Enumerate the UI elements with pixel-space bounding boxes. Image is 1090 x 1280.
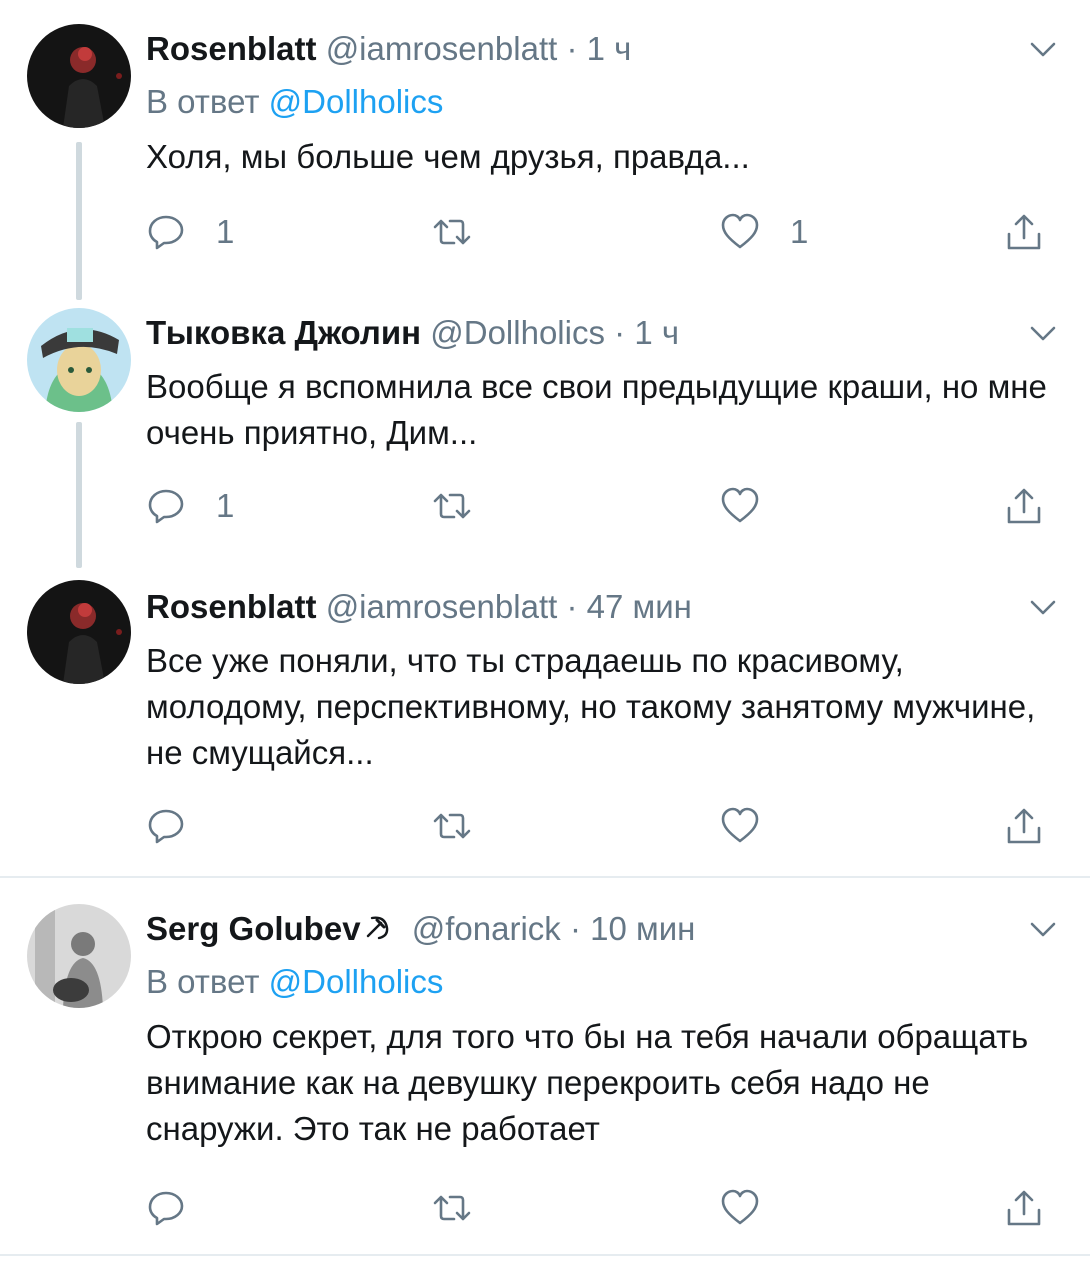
tweet-time[interactable]: 1 ч [587,30,632,67]
reply-context: В ответ @Dollholics [146,78,1060,126]
avatar[interactable] [27,308,131,412]
reply-prefix: В ответ [146,83,260,120]
tweet-text: Открою секрет, для того что бы на тебя н… [146,1018,1029,1147]
tweet-time[interactable]: 47 мин [587,588,692,625]
avatar[interactable] [27,904,131,1008]
avatar[interactable] [27,580,131,684]
retweet-button[interactable] [432,804,502,848]
avatar-anime-icon [27,308,131,412]
heart-icon [721,807,759,843]
hammer-sickle-icon [366,916,388,940]
reply-button[interactable]: 1 [146,484,234,528]
author-name[interactable]: Тыковка Джолин [146,314,421,351]
reply-context: В ответ @Dollholics [146,958,1060,1006]
tweet-header: Rosenblatt @iamrosenblatt · 1 ч [146,26,1060,72]
separator-dot: · [569,910,581,947]
retweet-icon [433,493,471,519]
author-handle[interactable]: @iamrosenblatt [326,30,558,67]
retweet-button[interactable] [432,484,502,528]
retweet-icon [433,219,471,245]
chevron-down-icon[interactable] [1026,912,1060,946]
author-handle[interactable]: @iamrosenblatt [326,588,558,625]
avatar-photo-icon [27,580,131,684]
retweet-button[interactable] [432,1186,502,1230]
share-button[interactable] [1004,484,1044,528]
retweet-button[interactable] [432,210,502,254]
tweet-actions: 1 [146,484,1056,528]
reply-count: 1 [216,213,235,250]
author-name[interactable]: Rosenblatt [146,588,317,625]
author-name[interactable]: Rosenblatt [146,30,317,67]
avatar-photo-icon [27,904,131,1008]
chevron-down-icon[interactable] [1026,590,1060,624]
heart-icon [721,213,759,249]
thread-line [76,142,82,300]
reply-bubble-icon [148,489,184,524]
reply-bubble-icon [148,809,184,844]
retweet-icon [433,813,471,839]
share-icon [1007,214,1041,250]
tweet-header: Тыковка Джолин @Dollholics · 1 ч [146,310,1060,356]
chevron-down-icon[interactable] [1026,32,1060,66]
tweet[interactable]: Rosenblatt @iamrosenblatt · 47 мин Все у… [0,580,1090,876]
reply-mention-link[interactable]: @Dollholics [269,963,444,1000]
separator-dot: · [566,588,578,625]
tweet[interactable]: Тыковка Джолин @Dollholics · 1 ч Вообще … [0,300,1090,580]
reply-bubble-icon [148,215,184,250]
like-button[interactable] [720,1186,790,1230]
retweet-icon [433,1195,471,1221]
share-icon [1007,1190,1041,1226]
tweet-divider [0,1254,1090,1256]
tweet-header: Serg Golubev @fonarick · 10 мин [146,906,1060,952]
reply-count: 1 [216,487,235,524]
tweet-actions [146,1186,1056,1230]
tweet-header: Rosenblatt @iamrosenblatt · 47 мин [146,584,1060,630]
like-count: 1 [790,213,809,250]
author-handle[interactable]: @fonarick [412,910,561,947]
like-button[interactable]: 1 [720,210,808,254]
reply-button[interactable] [146,804,216,848]
tweet-time[interactable]: 10 мин [590,910,695,947]
share-icon [1007,808,1041,844]
heart-icon [721,1189,759,1225]
tweet-divider [0,876,1090,878]
reply-prefix: В ответ [146,963,260,1000]
separator-dot: · [614,314,626,351]
tweet-time[interactable]: 1 ч [634,314,679,351]
tweet-actions: 1 1 [146,210,1056,254]
share-button[interactable] [1004,210,1044,254]
separator-dot: · [566,30,578,67]
tweet-text: Вообще я вспомнила все свои предыдущие к… [146,368,1047,451]
reply-bubble-icon [148,1191,184,1226]
chevron-down-icon[interactable] [1026,316,1060,350]
thread-line [76,422,82,568]
reply-button[interactable] [146,1186,216,1230]
like-button[interactable] [720,484,790,528]
tweet-feed: Rosenblatt @iamrosenblatt · 1 ч В ответ … [0,0,1090,1280]
like-button[interactable] [720,804,790,848]
share-button[interactable] [1004,1186,1044,1230]
avatar[interactable] [27,24,131,128]
tweet-text: Холя, мы больше чем друзья, правда... [146,138,750,175]
author-name[interactable]: Serg Golubev [146,910,361,947]
reply-button[interactable]: 1 [146,210,234,254]
author-handle[interactable]: @Dollholics [430,314,605,351]
tweet[interactable]: Serg Golubev @fonarick · 10 мин В ответ … [0,880,1090,1252]
avatar-photo-icon [27,24,131,128]
tweet-text: Все уже поняли, что ты страдаешь по крас… [146,642,1036,771]
share-button[interactable] [1004,804,1044,848]
reply-mention-link[interactable]: @Dollholics [269,83,444,120]
tweet-actions [146,804,1056,848]
tweet[interactable]: Rosenblatt @iamrosenblatt · 1 ч В ответ … [0,0,1090,300]
share-icon [1007,488,1041,524]
heart-icon [721,487,759,523]
